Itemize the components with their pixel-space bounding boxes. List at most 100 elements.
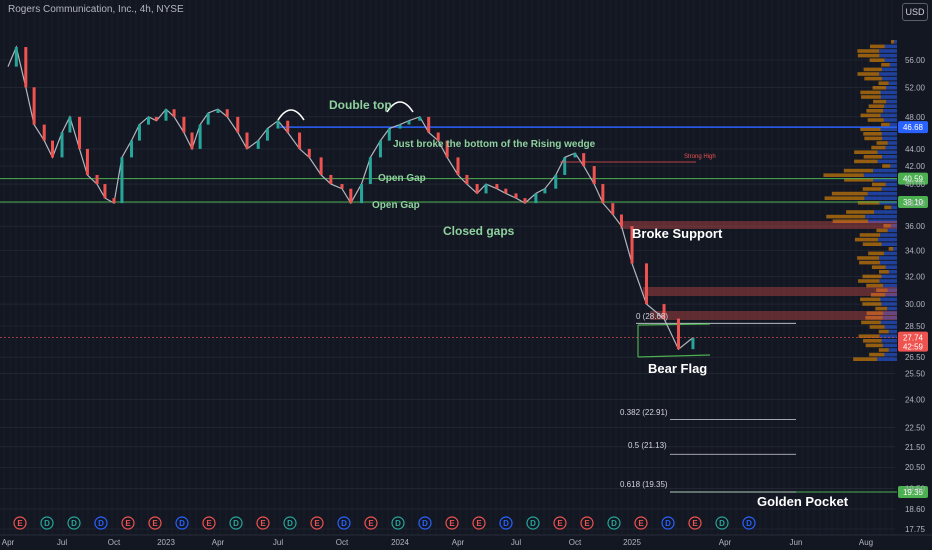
volume-profile-bar (859, 233, 881, 237)
currency-button[interactable]: USD (902, 3, 928, 21)
rising-wedge-label: Just broke the bottom of the Rising wedg… (393, 139, 596, 150)
price-candle (427, 116, 431, 133)
volume-profile-bar (875, 306, 888, 311)
price-candle (265, 128, 269, 141)
volume-profile-bar (860, 113, 881, 118)
price-candle (78, 116, 82, 149)
volume-profile-bar (876, 141, 888, 145)
event-marker-label: E (314, 519, 320, 528)
x-tick-label: Apr (452, 538, 465, 547)
x-tick-label: Oct (108, 538, 121, 547)
y-tick-label: 36.00 (905, 222, 926, 231)
volume-profile-bar (846, 210, 875, 214)
volume-profile-bar (826, 214, 866, 219)
event-marker-label: E (125, 519, 131, 528)
volume-profile-bar (854, 159, 878, 164)
volume-profile-bar (884, 352, 897, 357)
price-candle (582, 153, 586, 167)
price-candle (286, 120, 290, 133)
price-candle (190, 132, 194, 149)
volume-profile-bar (857, 53, 880, 58)
volume-profile-bar (863, 132, 882, 136)
volume-profile-bar (882, 155, 897, 159)
y-tick-label: 40.00 (905, 180, 926, 189)
price-candle (236, 116, 240, 133)
event-marker-label: D (746, 519, 752, 528)
volume-profile-bar (860, 127, 881, 131)
volume-profile-bar (880, 90, 897, 95)
volume-profile-bar (881, 274, 897, 279)
volume-profile-bar (878, 348, 889, 352)
volume-profile-bar (889, 122, 897, 127)
y-tick-label: 18.60 (905, 505, 926, 514)
current-price-countdown: 42:59 (903, 343, 924, 352)
volume-profile-bar (863, 155, 883, 159)
price-candle (95, 174, 99, 185)
volume-profile-bar (879, 270, 889, 274)
price-candle (554, 174, 558, 189)
volume-profile-bar (831, 191, 868, 196)
volume-profile-bar (885, 265, 897, 269)
price-candle (523, 198, 527, 204)
price-candle (245, 132, 249, 149)
double-top-arc-1 (277, 109, 305, 121)
price-candle (456, 157, 460, 175)
volume-profile-bar (868, 251, 885, 256)
price-candle (360, 184, 364, 204)
volume-profile-bar (881, 63, 890, 67)
volume-profile-bar (866, 109, 884, 113)
price-candle (398, 124, 402, 129)
price-candle (418, 116, 422, 121)
price-candle (85, 148, 89, 175)
price-candle (216, 109, 220, 114)
volume-profile-bar (891, 205, 897, 210)
price-candle (319, 157, 323, 175)
volume-profile-bar (864, 136, 883, 141)
volume-profile-bar (863, 67, 882, 72)
volume-profile-bar (888, 329, 897, 334)
volume-profile-bar (888, 81, 897, 85)
volume-profile-bar (880, 95, 897, 99)
volume-profile-bar (824, 196, 865, 200)
volume-profile-bar (862, 274, 882, 279)
x-tick-label: 2025 (623, 538, 641, 547)
price-candle (164, 109, 168, 121)
price-candle (611, 203, 615, 215)
volume-profile-bar (880, 320, 897, 325)
volume-profile-bar (894, 40, 897, 44)
volume-profile-bar (882, 343, 897, 348)
volume-profile-bar (865, 343, 883, 348)
volume-profile-bar (869, 58, 885, 62)
price-candle (340, 184, 344, 189)
price-candle (154, 116, 158, 121)
fib-label-0: 0 (28.68) (636, 312, 669, 321)
y-tick-label: 30.00 (905, 300, 926, 309)
price-candle (60, 132, 64, 158)
volume-profile-bar (888, 270, 897, 274)
volume-profile-bar (862, 187, 882, 191)
x-tick-label: Aug (859, 538, 873, 547)
volume-profile-bar (877, 159, 897, 164)
price-candle (172, 109, 176, 117)
volume-profile-bar (888, 348, 897, 352)
y-tick-label: 52.00 (905, 83, 926, 92)
price-candle (504, 188, 508, 194)
x-tick-label: Jul (273, 538, 283, 547)
y-tick-label: 21.50 (905, 443, 926, 452)
price-candle (51, 140, 55, 158)
volume-profile-bar (878, 237, 897, 242)
volume-profile-bar (883, 118, 897, 122)
y-tick-label: 28.50 (905, 322, 926, 331)
volume-profile-bar (881, 242, 897, 246)
volume-profile-bar (860, 90, 881, 95)
volume-profile-bar (843, 168, 874, 173)
volume-profile-bar (884, 44, 897, 49)
volume-profile-bar (862, 242, 882, 246)
price-chart[interactable]: 46.6840.5938.1019.3527.7442:5917.7518.60… (0, 0, 932, 550)
volume-profile-bar (886, 99, 897, 104)
x-tick-label: Jul (57, 538, 67, 547)
volume-profile-bar (864, 196, 897, 200)
event-marker-label: E (557, 519, 563, 528)
volume-profile-bar (884, 325, 897, 329)
volume-profile-bar (879, 256, 897, 260)
